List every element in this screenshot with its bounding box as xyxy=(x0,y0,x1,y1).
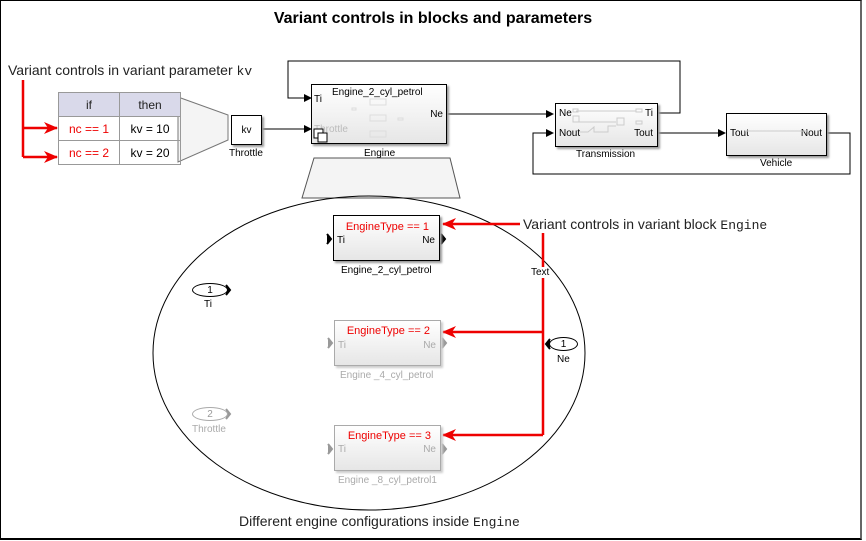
engine-block-label: Engine xyxy=(364,148,396,159)
engine-zoom-trapezoid xyxy=(301,157,461,199)
header-then: then xyxy=(119,92,181,117)
variant-port-ne: Ne xyxy=(423,340,436,351)
condition-cell: nc == 2 xyxy=(58,140,120,165)
variant-port-ne: Ne xyxy=(422,235,435,246)
variant-port-ti: Ti xyxy=(338,340,346,351)
note-code: Engine xyxy=(473,515,520,530)
engine-preview-icon xyxy=(313,98,404,143)
table-row: nc == 1 kv = 10 xyxy=(58,116,181,141)
note-text: Different engine configurations inside xyxy=(239,513,474,529)
table-header-row: if then xyxy=(58,92,181,117)
inport-ti-label: Ti xyxy=(204,299,212,310)
transmission-block-label: Transmission xyxy=(576,149,636,160)
variant-condition: EngineType == 2 xyxy=(346,325,430,337)
variant-name: Engine _8_cyl_petrol1 xyxy=(338,475,437,486)
variant-condition: EngineType == 3 xyxy=(347,430,431,442)
condition-cell: nc == 1 xyxy=(58,116,120,141)
variant-choice-4cyl[interactable]: EngineType == 2 Ti Ne xyxy=(334,320,441,366)
inport-ti[interactable]: 1 xyxy=(192,283,228,297)
outport-ne[interactable]: 1 xyxy=(549,337,578,351)
variant-name: Engine _4_cyl_petrol xyxy=(340,370,434,381)
engine-variant-block[interactable]: Engine_2_cyl_petrol Ti Throttle Ne xyxy=(311,84,447,144)
text-label: Text xyxy=(531,267,550,278)
header-if: if xyxy=(58,92,120,117)
table-row: nc == 2 kv = 20 xyxy=(58,140,181,165)
engine-configurations-note: Different engine configurations inside E… xyxy=(239,513,520,530)
transmission-preview-icon xyxy=(572,108,643,133)
variant-choice-8cyl[interactable]: EngineType == 3 Ti Ne xyxy=(334,425,441,471)
variant-name: Engine_2_cyl_petrol xyxy=(341,265,432,276)
throttle-block-content: kv xyxy=(241,124,252,136)
note-code: kv xyxy=(236,64,253,79)
inport-throttle[interactable]: 2 xyxy=(192,407,228,421)
throttle-constant-block[interactable]: kv xyxy=(231,115,262,145)
param-zoom-trapezoid xyxy=(177,96,229,163)
throttle-block-label: Throttle xyxy=(229,148,263,159)
vehicle-block[interactable]: Tout Nout xyxy=(726,113,827,156)
transmission-block[interactable]: Ne Nout Ti Tout xyxy=(555,103,658,147)
outport-ne-label: Ne xyxy=(557,354,570,365)
variant-port-ti: Ti xyxy=(337,235,345,246)
note-code: Engine xyxy=(720,218,768,233)
value-cell: kv = 20 xyxy=(119,140,181,165)
vehicle-preview-icon xyxy=(745,130,807,132)
variant-block-note: Variant controls in variant block Engine xyxy=(523,216,767,233)
variant-parameter-table: if then nc == 1 kv = 10 nc == 2 kv = 20 xyxy=(58,92,181,165)
variant-parameter-note: Variant controls in variant parameter kv xyxy=(8,62,252,79)
note-text: Variant controls in variant block xyxy=(523,216,721,232)
variant-port-ne: Ne xyxy=(423,444,436,455)
variant-choice-2cyl[interactable]: EngineType == 1 Ti Ne xyxy=(333,215,440,261)
value-cell: kv = 10 xyxy=(119,116,181,141)
inport-throttle-label: Throttle xyxy=(192,424,226,435)
note-text: Variant controls in variant parameter xyxy=(8,62,237,78)
variant-port-ti: Ti xyxy=(338,444,346,455)
variant-condition: EngineType == 1 xyxy=(345,221,429,233)
vehicle-block-label: Vehicle xyxy=(760,158,793,169)
